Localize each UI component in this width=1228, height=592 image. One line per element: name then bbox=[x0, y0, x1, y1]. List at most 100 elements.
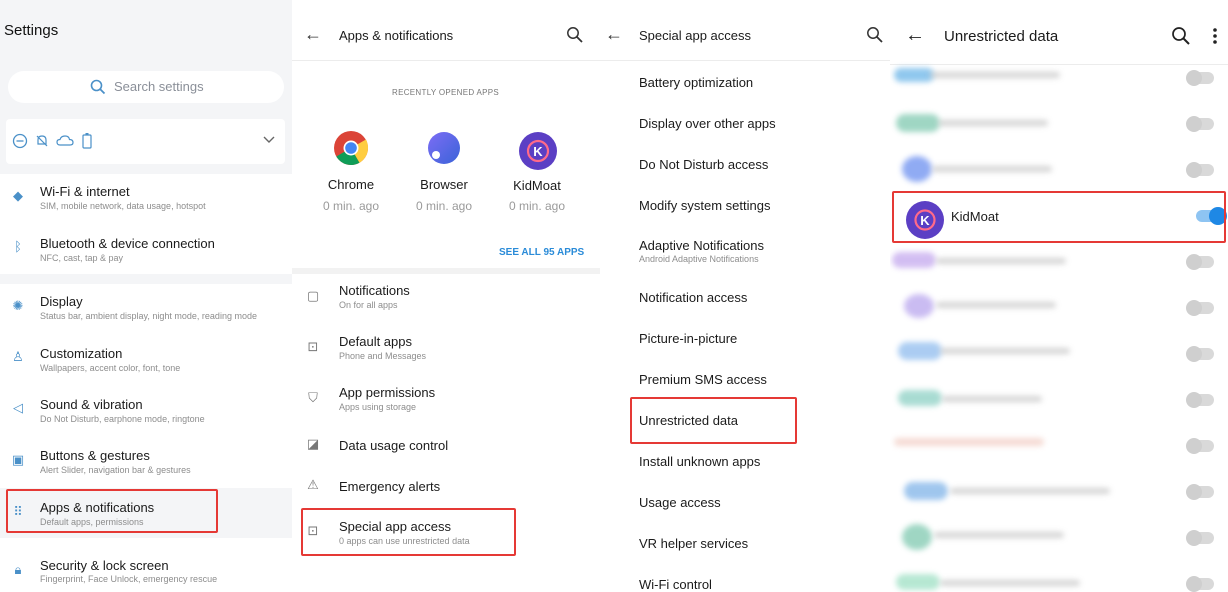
shield-icon: ⛉ bbox=[308, 390, 318, 405]
menu-item-subtitle: Phone and Messages bbox=[339, 351, 427, 361]
list-item[interactable] bbox=[890, 238, 1228, 284]
list-item[interactable] bbox=[890, 56, 1228, 102]
wifi-icon: ◆ bbox=[13, 188, 23, 203]
recent-app-kidmoat[interactable]: K KidMoat 0 min. ago bbox=[497, 128, 577, 216]
menu-item-premium-sms[interactable]: Premium SMS access bbox=[639, 372, 767, 387]
toggle-switch[interactable] bbox=[1186, 438, 1214, 454]
apps-notifications-panel: ← Apps & notifications RECENTLY OPENED A… bbox=[292, 0, 600, 592]
notification-icon: ▢ bbox=[306, 288, 320, 303]
settings-item-title: Buttons & gestures bbox=[40, 448, 150, 463]
shirt-icon: ♙ bbox=[12, 349, 24, 364]
menu-item-picture-in-picture[interactable]: Picture-in-picture bbox=[639, 331, 737, 346]
list-item[interactable] bbox=[890, 422, 1228, 468]
quick-settings-bar bbox=[6, 119, 285, 164]
settings-item-title: Security & lock screen bbox=[40, 558, 169, 573]
menu-item-adaptive-notifications[interactable]: Adaptive Notifications bbox=[639, 238, 764, 253]
settings-item-subtitle: NFC, cast, tap & pay bbox=[40, 253, 124, 263]
settings-item-subtitle: SIM, mobile network, data usage, hotspot bbox=[40, 201, 206, 211]
settings-item-subtitle: Do Not Disturb, earphone mode, ringtone bbox=[40, 414, 205, 424]
list-item[interactable] bbox=[890, 560, 1228, 592]
menu-item-emergency-alerts[interactable]: ⚠︎ Emergency alerts bbox=[292, 475, 600, 511]
page-title: Settings bbox=[4, 22, 59, 39]
search-placeholder: Search settings bbox=[114, 79, 204, 94]
list-item[interactable] bbox=[890, 468, 1228, 514]
menu-item-usage-access[interactable]: Usage access bbox=[639, 495, 721, 510]
page-title: Unrestricted data bbox=[944, 28, 1059, 45]
menu-item-subtitle: Apps using storage bbox=[339, 402, 417, 412]
app-time: 0 min. ago bbox=[415, 199, 473, 213]
toggle-switch[interactable] bbox=[1186, 576, 1214, 592]
recent-apps-label: RECENTLY OPENED APPS bbox=[392, 88, 500, 97]
search-icon[interactable] bbox=[866, 26, 884, 44]
data-usage-icon: ◪ bbox=[306, 436, 320, 451]
chevron-down-icon[interactable] bbox=[262, 135, 276, 145]
buttons-icon: ▣ bbox=[11, 452, 25, 467]
menu-item-title: Data usage control bbox=[339, 438, 449, 453]
highlight-box bbox=[630, 397, 797, 444]
settings-item-title: Bluetooth & device connection bbox=[40, 236, 215, 251]
cloud-icon[interactable] bbox=[56, 133, 74, 149]
menu-item-app-permissions[interactable]: ⛉ App permissions Apps using storage bbox=[292, 383, 600, 427]
svg-text:K: K bbox=[533, 144, 543, 159]
toggle-switch[interactable] bbox=[1186, 254, 1214, 270]
list-item[interactable] bbox=[890, 330, 1228, 376]
menu-item-notification-access[interactable]: Notification access bbox=[639, 290, 747, 305]
settings-item-title: Customization bbox=[40, 346, 123, 361]
do-not-disturb-icon[interactable] bbox=[12, 133, 28, 149]
list-item[interactable] bbox=[890, 284, 1228, 330]
list-item[interactable] bbox=[890, 148, 1228, 194]
menu-item-dnd-access[interactable]: Do Not Disturb access bbox=[639, 157, 768, 172]
toggle-switch[interactable] bbox=[1186, 392, 1214, 408]
list-item[interactable] bbox=[890, 102, 1228, 148]
back-arrow-icon[interactable]: ← bbox=[605, 24, 623, 45]
search-icon[interactable] bbox=[1171, 26, 1191, 46]
browser-icon bbox=[428, 132, 460, 164]
toggle-switch[interactable] bbox=[1186, 162, 1214, 178]
list-item[interactable] bbox=[890, 376, 1228, 422]
page-title: Apps & notifications bbox=[339, 28, 454, 43]
menu-item-battery-optimization[interactable]: Battery optimization bbox=[639, 75, 753, 90]
speaker-icon: ◁ bbox=[13, 400, 23, 415]
settings-item-security[interactable]: 🔒︎ Security & lock screen Fingerprint, F… bbox=[0, 554, 292, 592]
menu-item-data-usage[interactable]: ◪ Data usage control bbox=[292, 434, 600, 470]
settings-item-wifi[interactable]: ◆ Wi-Fi & internet SIM, mobile network, … bbox=[0, 180, 292, 224]
search-input[interactable]: Search settings bbox=[8, 71, 284, 103]
menu-item-display-over-apps[interactable]: Display over other apps bbox=[639, 116, 776, 131]
menu-item-vr-helper[interactable]: VR helper services bbox=[639, 536, 748, 551]
divider bbox=[600, 60, 890, 61]
toggle-switch[interactable] bbox=[1186, 70, 1214, 86]
settings-item-subtitle: Status bar, ambient display, night mode,… bbox=[40, 311, 257, 321]
settings-item-subtitle: Fingerprint, Face Unlock, emergency resc… bbox=[40, 574, 218, 584]
back-arrow-icon[interactable]: ← bbox=[905, 24, 925, 47]
battery-icon[interactable] bbox=[81, 132, 93, 150]
lock-icon: 🔒︎ bbox=[14, 562, 22, 577]
toggle-switch[interactable] bbox=[1186, 484, 1214, 500]
bell-off-icon[interactable] bbox=[34, 133, 50, 149]
menu-item-default-apps[interactable]: ⊡ Default apps Phone and Messages bbox=[292, 332, 600, 376]
menu-item-notifications[interactable]: ▢ Notifications On for all apps bbox=[292, 280, 600, 324]
menu-item-install-unknown[interactable]: Install unknown apps bbox=[639, 454, 760, 469]
list-item[interactable] bbox=[890, 514, 1228, 560]
back-arrow-icon[interactable]: ← bbox=[304, 24, 322, 45]
recent-app-chrome[interactable]: Chrome 0 min. ago bbox=[311, 128, 391, 216]
menu-item-wifi-control[interactable]: Wi-Fi control bbox=[639, 577, 712, 592]
toggle-switch[interactable] bbox=[1186, 346, 1214, 362]
menu-item-title: App permissions bbox=[339, 385, 436, 400]
menu-item-modify-system[interactable]: Modify system settings bbox=[639, 198, 771, 213]
more-vert-icon[interactable] bbox=[1212, 27, 1218, 45]
recent-app-browser[interactable]: Browser 0 min. ago bbox=[404, 128, 484, 216]
settings-item-bluetooth[interactable]: ᛒ Bluetooth & device connection NFC, cas… bbox=[0, 231, 292, 275]
see-all-apps-link[interactable]: SEE ALL 95 APPS bbox=[499, 247, 584, 258]
settings-item-display[interactable]: ✺ Display Status bar, ambient display, n… bbox=[0, 290, 292, 334]
settings-item-sound[interactable]: ◁ Sound & vibration Do Not Disturb, earp… bbox=[0, 392, 292, 436]
settings-item-title: Wi-Fi & internet bbox=[40, 184, 130, 199]
toggle-switch[interactable] bbox=[1186, 300, 1214, 316]
search-icon[interactable] bbox=[566, 26, 584, 44]
default-apps-icon: ⊡ bbox=[307, 339, 319, 354]
toggle-switch[interactable] bbox=[1186, 116, 1214, 132]
settings-item-buttons[interactable]: ▣ Buttons & gestures Alert Slider, navig… bbox=[0, 444, 292, 488]
settings-item-subtitle: Alert Slider, navigation bar & gestures bbox=[40, 465, 191, 475]
toggle-switch[interactable] bbox=[1186, 530, 1214, 546]
unrestricted-data-panel: ← Unrestricted data K KidMoat bbox=[890, 0, 1228, 592]
settings-item-customization[interactable]: ♙ Customization Wallpapers, accent color… bbox=[0, 341, 292, 385]
